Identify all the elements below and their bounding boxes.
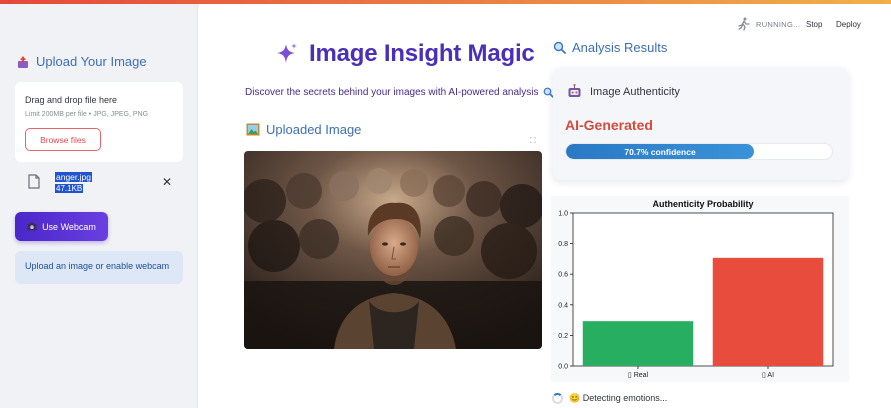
info-message: Upload an image or enable webcam bbox=[15, 251, 183, 284]
bar-0 bbox=[582, 321, 694, 366]
emotion-status-text: 😊 Detecting emotions... bbox=[569, 393, 668, 403]
upload-icon bbox=[18, 55, 28, 68]
deploy-button[interactable]: Deploy bbox=[836, 20, 861, 29]
uploaded-image bbox=[244, 151, 542, 349]
loading-spinner-icon bbox=[552, 393, 563, 404]
subtitle: Discover the secrets behind your images … bbox=[245, 87, 555, 98]
bar-1 bbox=[712, 257, 824, 366]
fullscreen-expand-icon[interactable]: ⛶ bbox=[530, 136, 536, 146]
y-tick-label: 1.0 bbox=[558, 211, 568, 218]
running-person-icon bbox=[738, 17, 750, 31]
magnifier-icon bbox=[553, 41, 566, 54]
file-size: 47.1KB bbox=[55, 184, 84, 193]
uploaded-file-row: anger.jpg 47.1KB ✕ bbox=[26, 169, 182, 197]
confidence-progress-bar: 70.7% confidence bbox=[565, 143, 833, 160]
subtitle-text: Discover the secrets behind your images … bbox=[245, 87, 539, 98]
page-title-text: Image Insight Magic bbox=[309, 40, 535, 67]
file-uploader-dropzone[interactable]: Drag and drop file here Limit 200MB per … bbox=[15, 82, 183, 162]
stop-button[interactable]: Stop bbox=[806, 20, 822, 29]
browse-files-button[interactable]: Browse files bbox=[25, 128, 101, 151]
x-tick-label: ▯ AI bbox=[762, 372, 774, 379]
drag-drop-text: Drag and drop file here bbox=[25, 95, 118, 105]
chart-title: Authenticity Probability bbox=[652, 199, 753, 209]
framed-picture-icon bbox=[246, 123, 260, 136]
uploaded-image-title: Uploaded Image bbox=[266, 122, 362, 137]
sidebar-title-text: Upload Your Image bbox=[36, 54, 147, 69]
x-tick-label: ▯ Real bbox=[628, 372, 649, 379]
y-tick-label: 0.0 bbox=[558, 364, 568, 371]
y-tick-label: 0.6 bbox=[558, 272, 568, 279]
analysis-results-heading: Analysis Results bbox=[553, 40, 667, 55]
uploaded-image-heading: Uploaded Image bbox=[246, 122, 361, 137]
remove-file-close-icon[interactable]: ✕ bbox=[162, 175, 172, 189]
robot-icon bbox=[568, 84, 581, 97]
authenticity-card-header: Image Authenticity bbox=[567, 84, 680, 99]
emotion-status: 😊 Detecting emotions... bbox=[552, 393, 667, 404]
sidebar: Upload Your Image Drag and drop file her… bbox=[0, 4, 198, 408]
page-title: Image Insight Magic bbox=[275, 40, 535, 68]
authenticity-card-title: Image Authenticity bbox=[590, 85, 680, 98]
y-tick-label: 0.8 bbox=[558, 241, 568, 248]
running-text: RUNNING... bbox=[756, 19, 801, 29]
analysis-results-title: Analysis Results bbox=[572, 40, 668, 55]
use-webcam-button[interactable]: Use Webcam bbox=[15, 212, 108, 241]
authenticity-probability-chart: Authenticity Probability 0.0 0.2 0.4 0.6 0.8 1… bbox=[551, 196, 849, 382]
running-status: RUNNING... bbox=[737, 17, 800, 31]
crowd-photo bbox=[244, 151, 542, 349]
y-tick-label: 0.2 bbox=[558, 333, 568, 340]
file-name: anger.jpg bbox=[55, 172, 92, 182]
sparkles-icon bbox=[277, 43, 297, 63]
file-limit-text: Limit 200MB per file • JPG, JPEG, PNG bbox=[25, 111, 149, 118]
y-tick-label: 0.4 bbox=[558, 302, 568, 309]
use-webcam-label: Use Webcam bbox=[42, 221, 96, 232]
webcam-icon bbox=[27, 222, 37, 231]
confidence-progress-fill: 70.7% confidence bbox=[566, 144, 755, 159]
authenticity-result: AI-Generated bbox=[565, 117, 653, 133]
chart-svg: Authenticity Probability 0.0 0.2 0.4 0.6 0.8 1… bbox=[558, 199, 834, 379]
confidence-text: 70.7% confidence bbox=[624, 146, 696, 157]
authenticity-card: Image Authenticity AI-Generated 70.7% co… bbox=[553, 68, 848, 180]
file-icon bbox=[28, 174, 40, 189]
sidebar-title: Upload Your Image bbox=[16, 54, 147, 69]
